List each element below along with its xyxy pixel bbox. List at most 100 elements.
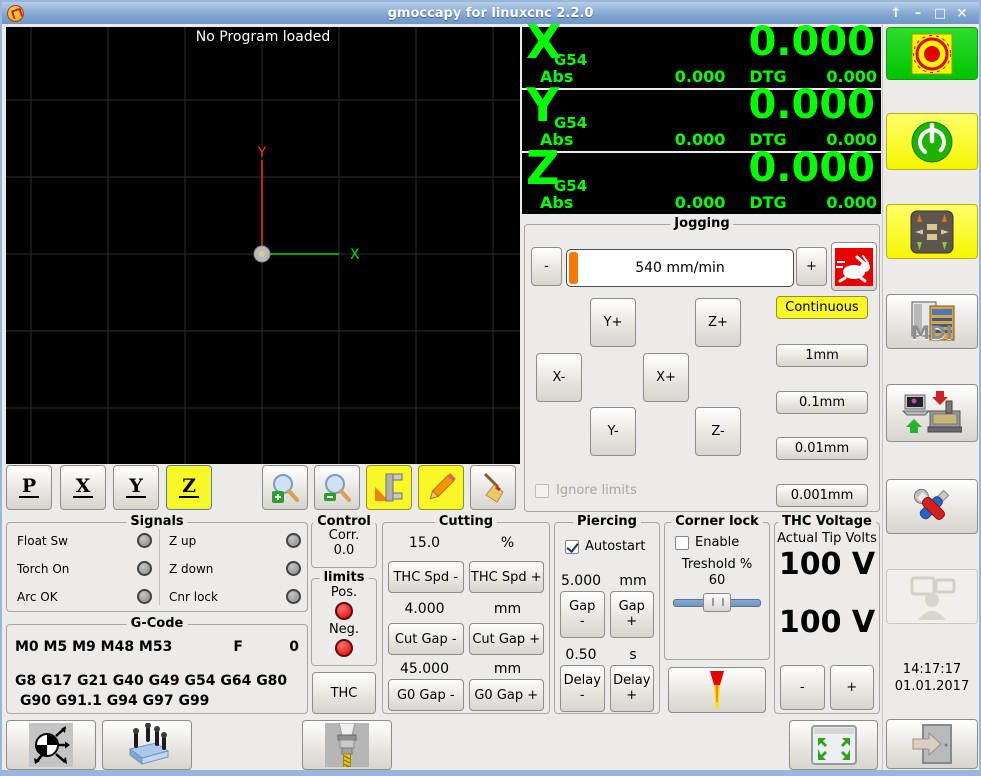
volts-inc-button[interactable]: +: [829, 665, 874, 710]
thc-speed-unit: %: [500, 535, 515, 551]
corner-lock-title: Corner lock: [671, 514, 763, 529]
g0-gap-plus-button[interactable]: G0 Gap +: [468, 679, 544, 711]
gcode-title: G-Code: [126, 616, 188, 631]
jog-speed-dec-button[interactable]: -: [531, 247, 562, 286]
cut-gap-row: 4.000 mm: [383, 601, 549, 617]
signal-cnr-lock-label: Cnr lock: [169, 589, 218, 604]
thc-speed-minus-button[interactable]: THC Spd -: [388, 561, 464, 593]
jog-z-plus-button[interactable]: Z+: [695, 298, 741, 347]
user-settings-button[interactable]: [886, 569, 978, 624]
zoom-in-button[interactable]: [262, 465, 308, 510]
dro-z-value: 0.000: [748, 145, 875, 191]
cut-gap-minus-button[interactable]: Cut Gap -: [388, 623, 464, 655]
touch-plate-button[interactable]: [102, 720, 192, 770]
settings-button[interactable]: [886, 479, 978, 534]
thc-speed-value: 15.0: [408, 535, 441, 551]
pierce-delay-plus-button[interactable]: Delay +: [609, 665, 654, 712]
signal-row: Arc OK: [17, 589, 152, 604]
ignore-limits-row: Ignore limits: [535, 483, 637, 498]
active-gcodes: G8 G17 G21 G40 G49 G54 G64 G80 G90 G91.1…: [15, 673, 288, 710]
shade-window-button[interactable]: ↑: [889, 6, 903, 21]
increment-continuous-button[interactable]: Continuous: [776, 296, 868, 319]
jog-pad-icon: [910, 210, 954, 253]
auto-mode-button[interactable]: [886, 384, 978, 442]
g0-gap-row: 45.000 mm: [383, 661, 549, 677]
quit-button[interactable]: [886, 719, 978, 769]
increment-0.01mm-button[interactable]: 0.01mm: [776, 437, 868, 460]
view-z-label: Z: [179, 476, 199, 499]
jog-speed-fill: [569, 252, 578, 284]
torch-icon: [710, 671, 724, 709]
jogging-title: Jogging: [670, 216, 734, 231]
maximize-button[interactable]: □: [933, 6, 947, 21]
clear-icon: [483, 472, 504, 503]
g0-gap-unit: mm: [493, 661, 522, 677]
dro-axis-x[interactable]: X G54 0.000 Abs 0.000 DTG 0.000: [522, 15, 881, 88]
tool-change-button[interactable]: [302, 720, 392, 770]
jog-z-minus-button[interactable]: Z-: [695, 407, 741, 456]
settings-icon: [913, 488, 950, 520]
jog-y-plus-button[interactable]: Y+: [590, 298, 636, 347]
target-volts-value: 100 V: [778, 605, 876, 640]
right-column-divider: [882, 24, 883, 774]
jog-speed-bar[interactable]: 540 mm/min: [566, 249, 794, 287]
signal-z-up-led: [286, 533, 301, 548]
signals-divider: [159, 529, 160, 605]
threshold-slider-handle[interactable]: [703, 593, 731, 612]
fullscreen-button[interactable]: [789, 720, 878, 770]
cutting-title: Cutting: [434, 514, 498, 529]
increment-0.1mm-button[interactable]: 0.1mm: [776, 391, 868, 414]
view-z-button[interactable]: Z: [166, 465, 212, 510]
view-y-label: Y: [126, 476, 146, 499]
jog-x-minus-button[interactable]: X-: [536, 353, 582, 402]
torch-test-button[interactable]: [668, 667, 766, 713]
signal-arc-ok-led: [137, 589, 152, 604]
show-dimensions-button[interactable]: [366, 465, 412, 510]
g0-gap-minus-button[interactable]: G0 Gap -: [388, 679, 464, 711]
jog-speed-inc-button[interactable]: +: [796, 247, 827, 286]
cut-gap-unit: mm: [493, 601, 522, 617]
volts-dec-button[interactable]: -: [780, 665, 825, 710]
increment-1mm-button[interactable]: 1mm: [776, 344, 868, 367]
dro-axis-y[interactable]: Y G54 0.000 Abs 0.000 DTG 0.000: [522, 78, 881, 151]
dro-axis-z[interactable]: Z G54 0.000 Abs 0.000 DTG 0.000: [522, 141, 881, 214]
thc-enable-button[interactable]: THC: [312, 672, 376, 714]
close-button[interactable]: ×: [955, 6, 969, 21]
ignore-limits-checkbox[interactable]: [535, 483, 549, 498]
turtle-rabbit-toggle-button[interactable]: [831, 242, 877, 291]
manual-mode-button[interactable]: [886, 204, 978, 259]
pierce-delay-minus-button[interactable]: Delay -: [560, 665, 605, 712]
gremlin-preview[interactable]: Y X No Program loaded: [6, 27, 520, 464]
estop-button[interactable]: [886, 27, 978, 80]
thc-voltage-title: THC Voltage: [778, 514, 876, 529]
draw-path-button[interactable]: [418, 465, 464, 510]
signal-row: Torch On: [17, 561, 152, 576]
view-p-button[interactable]: P: [6, 465, 52, 510]
jog-x-plus-button[interactable]: X+: [643, 353, 689, 402]
limit-pos-led: [335, 602, 353, 620]
mdi-mode-button[interactable]: MDI: [886, 294, 978, 349]
machine-on-button[interactable]: [886, 113, 978, 170]
view-y-button[interactable]: Y: [113, 465, 159, 510]
dimensions-icon: [375, 473, 403, 501]
corner-lock-enable-checkbox[interactable]: [675, 535, 689, 550]
clear-plot-button[interactable]: [470, 465, 516, 510]
pierce-gap-row: 5.000 mm: [555, 573, 659, 589]
cut-gap-plus-button[interactable]: Cut Gap +: [468, 623, 544, 655]
dro-y-abs-value: 0.000: [674, 130, 726, 149]
minimize-button[interactable]: –: [911, 6, 925, 21]
zoom-out-button[interactable]: [314, 465, 360, 510]
autostart-checkbox[interactable]: [565, 539, 579, 554]
signal-z-down-label: Z down: [169, 561, 214, 576]
touch-off-button[interactable]: [6, 720, 96, 770]
rabbit-icon: [835, 247, 873, 286]
jog-y-minus-button[interactable]: Y-: [590, 407, 636, 456]
increment-0.001mm-button[interactable]: 0.001mm: [776, 484, 868, 507]
active-mcodes: M0 M5 M9 M48 M53: [15, 639, 173, 655]
pierce-gap-minus-button[interactable]: Gap -: [560, 591, 605, 638]
thc-speed-plus-button[interactable]: THC Spd +: [468, 561, 544, 593]
view-x-button[interactable]: X: [60, 465, 106, 510]
touch-off-icon: [29, 723, 73, 767]
pierce-gap-plus-button[interactable]: Gap +: [609, 591, 654, 638]
dro-x-abs-value: 0.000: [674, 67, 726, 86]
